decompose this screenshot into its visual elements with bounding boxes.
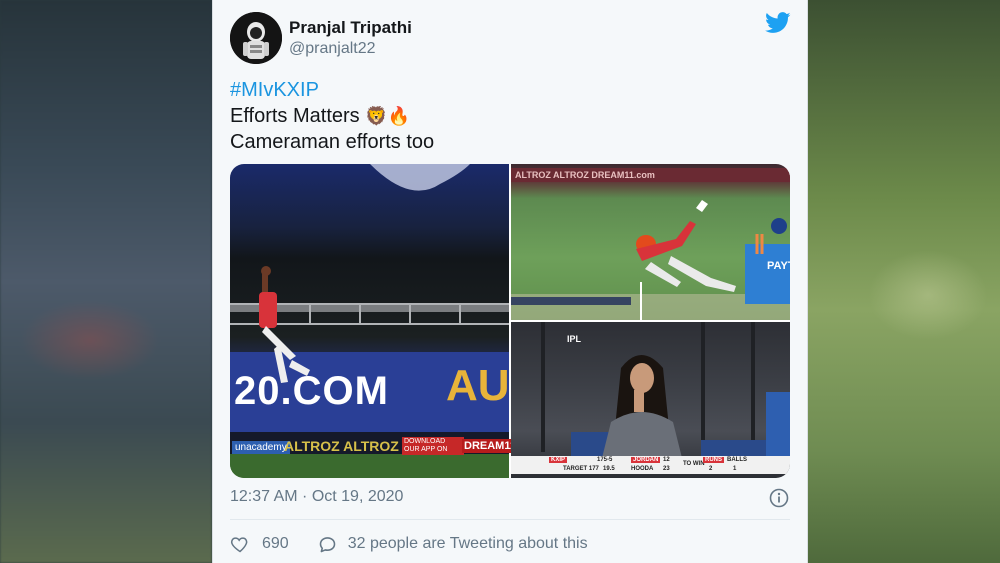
tweeting-about-link[interactable]: 32 people are Tweeting about this <box>348 535 588 553</box>
speech-bubble-icon[interactable] <box>317 534 338 555</box>
media-image-spectator[interactable]: IPL KXIP 175-5 19.5 TARGET 177 JORDAN 12… <box>511 322 790 478</box>
runs-value: 2 <box>709 466 713 472</box>
umpire-shirt-text: PAYT <box>767 260 790 272</box>
lion-fire-emoji: 🦁🔥 <box>365 106 411 126</box>
background-right <box>808 0 1000 563</box>
avatar[interactable] <box>230 12 282 64</box>
heart-icon[interactable] <box>230 534 250 554</box>
info-icon[interactable] <box>769 488 789 508</box>
tweet-text: #MIvKXIP Efforts Matters 🦁🔥 Cameraman ef… <box>230 77 434 155</box>
twitter-bird-icon[interactable] <box>765 12 791 34</box>
tweet-line-3: Cameraman efforts too <box>230 131 435 153</box>
media-grid[interactable]: 20.COM AU unacademy ALTROZ ALTROZ DOWNLO… <box>230 164 790 478</box>
media-image-dive[interactable]: ALTROZ ALTROZ DREAM11.com PAYT <box>511 164 790 320</box>
score-overs: 19.5 <box>603 466 615 472</box>
board-text: 20.COM <box>234 369 389 413</box>
divider <box>230 519 790 520</box>
user-handle[interactable]: @pranjalt22 <box>289 40 376 58</box>
batter-2: HOODA <box>631 466 654 472</box>
ad-unacademy: unacademy <box>232 441 290 454</box>
tweet-card: Pranjal Tripathi @pranjalt22 #MIvKXIP Ef… <box>212 0 808 563</box>
to-win-label: TO WIN <box>683 461 705 467</box>
ad-download: DOWNLOAD OUR APP ON <box>402 437 464 455</box>
tweet-timestamp[interactable]: 12:37 AM · Oct 19, 2020 <box>230 488 403 506</box>
astronaut-icon <box>230 12 282 64</box>
display-name[interactable]: Pranjal Tripathi <box>289 18 412 38</box>
batter-1-balls: 23 <box>663 466 670 472</box>
score-target: TARGET 177 <box>563 466 599 472</box>
runs-label: RUNS <box>703 457 725 463</box>
balls-value: 1 <box>733 466 737 472</box>
batter-1: JORDAN <box>631 457 661 463</box>
hashtag-link[interactable]: #MIvKXIP <box>230 79 319 101</box>
scoreboard: KXIP 175-5 19.5 TARGET 177 JORDAN 12 23 … <box>511 456 790 474</box>
balls-label: BALLS <box>727 457 747 463</box>
ipl-logo: IPL <box>567 334 582 344</box>
ad-altroz: ALTROZ ALTROZ <box>284 438 399 454</box>
media-image-catch[interactable]: 20.COM AU unacademy ALTROZ ALTROZ DOWNLO… <box>230 164 534 478</box>
score-value: 175-5 <box>597 457 613 463</box>
batter-1-runs: 12 <box>663 457 670 463</box>
tweet-actions: 690 32 people are Tweeting about this <box>230 532 588 556</box>
tweet-line-2: Efforts Matters <box>230 105 360 127</box>
board-text-2: AU <box>446 361 510 410</box>
like-count[interactable]: 690 <box>262 535 289 553</box>
score-team: KXIP <box>549 457 568 463</box>
background-left <box>0 0 212 563</box>
